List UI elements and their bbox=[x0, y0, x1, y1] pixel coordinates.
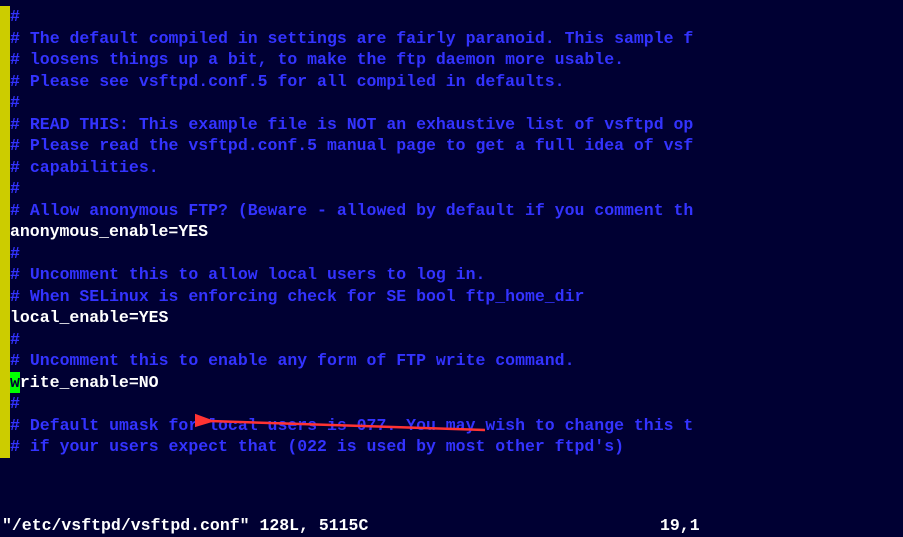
comment-hash: # bbox=[10, 157, 20, 179]
gutter-stripe bbox=[0, 393, 10, 415]
vim-status-bar: "/etc/vsftpd/vsftpd.conf" 128L, 5115C 19… bbox=[0, 515, 903, 537]
comment-hash: # bbox=[10, 114, 20, 136]
comment-hash: # bbox=[10, 329, 20, 351]
editor-line: # Uncomment this to enable any form of F… bbox=[0, 350, 903, 372]
gutter-stripe bbox=[0, 243, 10, 265]
comment-text: When SELinux is enforcing check for SE b… bbox=[20, 286, 584, 308]
editor-line: # bbox=[0, 243, 903, 265]
gutter-stripe bbox=[0, 307, 10, 329]
comment-text: if your users expect that (022 is used b… bbox=[20, 436, 624, 458]
comment-hash: # bbox=[10, 264, 20, 286]
gutter-stripe bbox=[0, 157, 10, 179]
editor-line: # The default compiled in settings are f… bbox=[0, 28, 903, 50]
comment-hash: # bbox=[10, 200, 20, 222]
editor-line: # Please see vsftpd.conf.5 for all compi… bbox=[0, 71, 903, 93]
comment-hash: # bbox=[10, 350, 20, 372]
comment-text: The default compiled in settings are fai… bbox=[20, 28, 693, 50]
editor-line: # Default umask for local users is 077. … bbox=[0, 415, 903, 437]
comment-hash: # bbox=[10, 178, 20, 200]
cursor: w bbox=[10, 372, 20, 394]
comment-hash: # bbox=[10, 6, 20, 28]
editor-line: # bbox=[0, 329, 903, 351]
gutter-stripe bbox=[0, 286, 10, 308]
editor-line: # if your users expect that (022 is used… bbox=[0, 436, 903, 458]
editor-line: # Uncomment this to allow local users to… bbox=[0, 264, 903, 286]
editor-line: # bbox=[0, 178, 903, 200]
setting-text: rite_enable=NO bbox=[20, 372, 159, 394]
editor-line: local_enable=YES bbox=[0, 307, 903, 329]
comment-text: capabilities. bbox=[20, 157, 159, 179]
line-first-char: l bbox=[10, 307, 20, 329]
editor-line: # capabilities. bbox=[0, 157, 903, 179]
status-cursor-pos: 19,1 bbox=[660, 515, 700, 536]
comment-text: loosens things up a bit, to make the ftp… bbox=[20, 49, 624, 71]
gutter-stripe bbox=[0, 28, 10, 50]
line-first-char: a bbox=[10, 221, 20, 243]
comment-hash: # bbox=[10, 415, 20, 437]
gutter-stripe bbox=[0, 329, 10, 351]
gutter-stripe bbox=[0, 114, 10, 136]
comment-hash: # bbox=[10, 243, 20, 265]
comment-hash: # bbox=[10, 28, 20, 50]
gutter-stripe bbox=[0, 92, 10, 114]
comment-hash: # bbox=[10, 71, 20, 93]
gutter-stripe bbox=[0, 49, 10, 71]
gutter-stripe bbox=[0, 6, 10, 28]
gutter-stripe bbox=[0, 200, 10, 222]
editor-line: # bbox=[0, 393, 903, 415]
comment-hash: # bbox=[10, 393, 20, 415]
gutter-stripe bbox=[0, 71, 10, 93]
comment-hash: # bbox=[10, 286, 20, 308]
editor-line: # bbox=[0, 6, 903, 28]
comment-text: Uncomment this to enable any form of FTP… bbox=[20, 350, 575, 372]
status-file-info: "/etc/vsftpd/vsftpd.conf" 128L, 5115C bbox=[2, 515, 368, 537]
comment-text: Uncomment this to allow local users to l… bbox=[20, 264, 485, 286]
setting-text: nonymous_enable=YES bbox=[20, 221, 208, 243]
editor-line: # READ THIS: This example file is NOT an… bbox=[0, 114, 903, 136]
comment-hash: # bbox=[10, 436, 20, 458]
comment-text: Allow anonymous FTP? (Beware - allowed b… bbox=[20, 200, 693, 222]
editor-line: # loosens things up a bit, to make the f… bbox=[0, 49, 903, 71]
gutter-stripe bbox=[0, 264, 10, 286]
editor-line: # Please read the vsftpd.conf.5 manual p… bbox=[0, 135, 903, 157]
editor-viewport[interactable]: ## The default compiled in settings are … bbox=[0, 0, 903, 515]
comment-text: Please read the vsftpd.conf.5 manual pag… bbox=[20, 135, 693, 157]
gutter-stripe bbox=[0, 135, 10, 157]
editor-line: write_enable=NO bbox=[0, 372, 903, 394]
comment-text: Default umask for local users is 077. Yo… bbox=[20, 415, 693, 437]
comment-hash: # bbox=[10, 49, 20, 71]
comment-hash: # bbox=[10, 135, 20, 157]
editor-line: anonymous_enable=YES bbox=[0, 221, 903, 243]
comment-hash: # bbox=[10, 92, 20, 114]
editor-line: # bbox=[0, 92, 903, 114]
gutter-stripe bbox=[0, 221, 10, 243]
gutter-stripe bbox=[0, 178, 10, 200]
gutter-stripe bbox=[0, 436, 10, 458]
comment-text: Please see vsftpd.conf.5 for all compile… bbox=[20, 71, 565, 93]
gutter-stripe bbox=[0, 372, 10, 394]
gutter-stripe bbox=[0, 350, 10, 372]
comment-text: READ THIS: This example file is NOT an e… bbox=[20, 114, 693, 136]
gutter-stripe bbox=[0, 415, 10, 437]
editor-line: # Allow anonymous FTP? (Beware - allowed… bbox=[0, 200, 903, 222]
setting-text: ocal_enable=YES bbox=[20, 307, 169, 329]
editor-line: # When SELinux is enforcing check for SE… bbox=[0, 286, 903, 308]
